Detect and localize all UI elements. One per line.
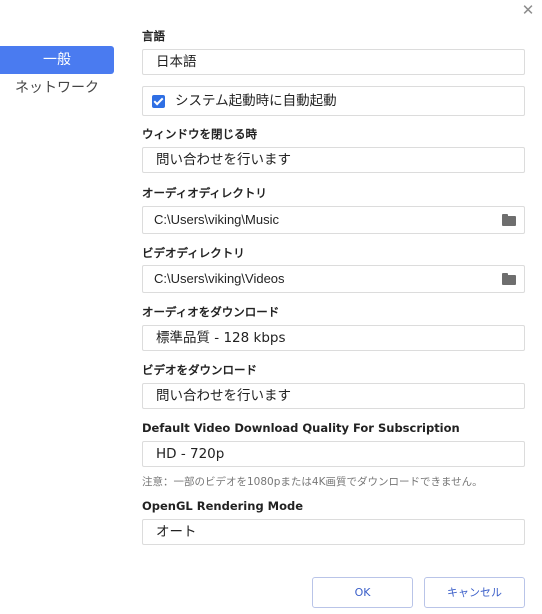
- quality-note: 注意：一部のビデオを1080pまたは4K画質でダウンロードできません。: [142, 476, 483, 488]
- folder-icon[interactable]: [502, 214, 516, 226]
- close-button[interactable]: ✕: [520, 2, 536, 18]
- video-dir-path: C:\Users\viking\Videos: [154, 271, 285, 286]
- opengl-label: OpenGL Rendering Mode: [142, 499, 304, 513]
- ok-button[interactable]: OK: [312, 577, 413, 608]
- on-close-label: ウィンドウを閉じる時: [142, 127, 257, 141]
- opengl-select[interactable]: オート: [142, 519, 525, 545]
- on-close-select[interactable]: 問い合わせを行います: [142, 147, 525, 173]
- autostart-checkbox[interactable]: [152, 95, 165, 108]
- cancel-button[interactable]: キャンセル: [424, 577, 525, 608]
- autostart-label: システム起動時に自動起動: [175, 93, 337, 109]
- subscription-quality-label: Default Video Download Quality For Subsc…: [142, 421, 460, 435]
- audio-download-select[interactable]: 標準品質 - 128 kbps: [142, 325, 525, 351]
- audio-download-label: オーディオをダウンロード: [142, 305, 280, 319]
- folder-icon[interactable]: [502, 273, 516, 285]
- audio-dir-path: C:\Users\viking\Music: [154, 212, 279, 227]
- sidebar-item-network[interactable]: ネットワーク: [0, 74, 114, 102]
- language-select[interactable]: 日本語: [142, 49, 525, 75]
- video-dir-field[interactable]: C:\Users\viking\Videos: [142, 265, 525, 293]
- subscription-quality-select[interactable]: HD - 720p: [142, 441, 525, 467]
- audio-dir-label: オーディオディレクトリ: [142, 186, 267, 200]
- close-icon: ✕: [521, 1, 535, 19]
- autostart-row[interactable]: システム起動時に自動起動: [142, 86, 525, 116]
- video-download-label: ビデオをダウンロード: [142, 363, 257, 377]
- sidebar: 一般 ネットワーク: [0, 0, 120, 614]
- sidebar-item-general[interactable]: 一般: [0, 46, 114, 74]
- audio-dir-field[interactable]: C:\Users\viking\Music: [142, 206, 525, 234]
- language-label: 言語: [142, 29, 165, 43]
- video-download-select[interactable]: 問い合わせを行います: [142, 383, 525, 409]
- video-dir-label: ビデオディレクトリ: [142, 246, 245, 260]
